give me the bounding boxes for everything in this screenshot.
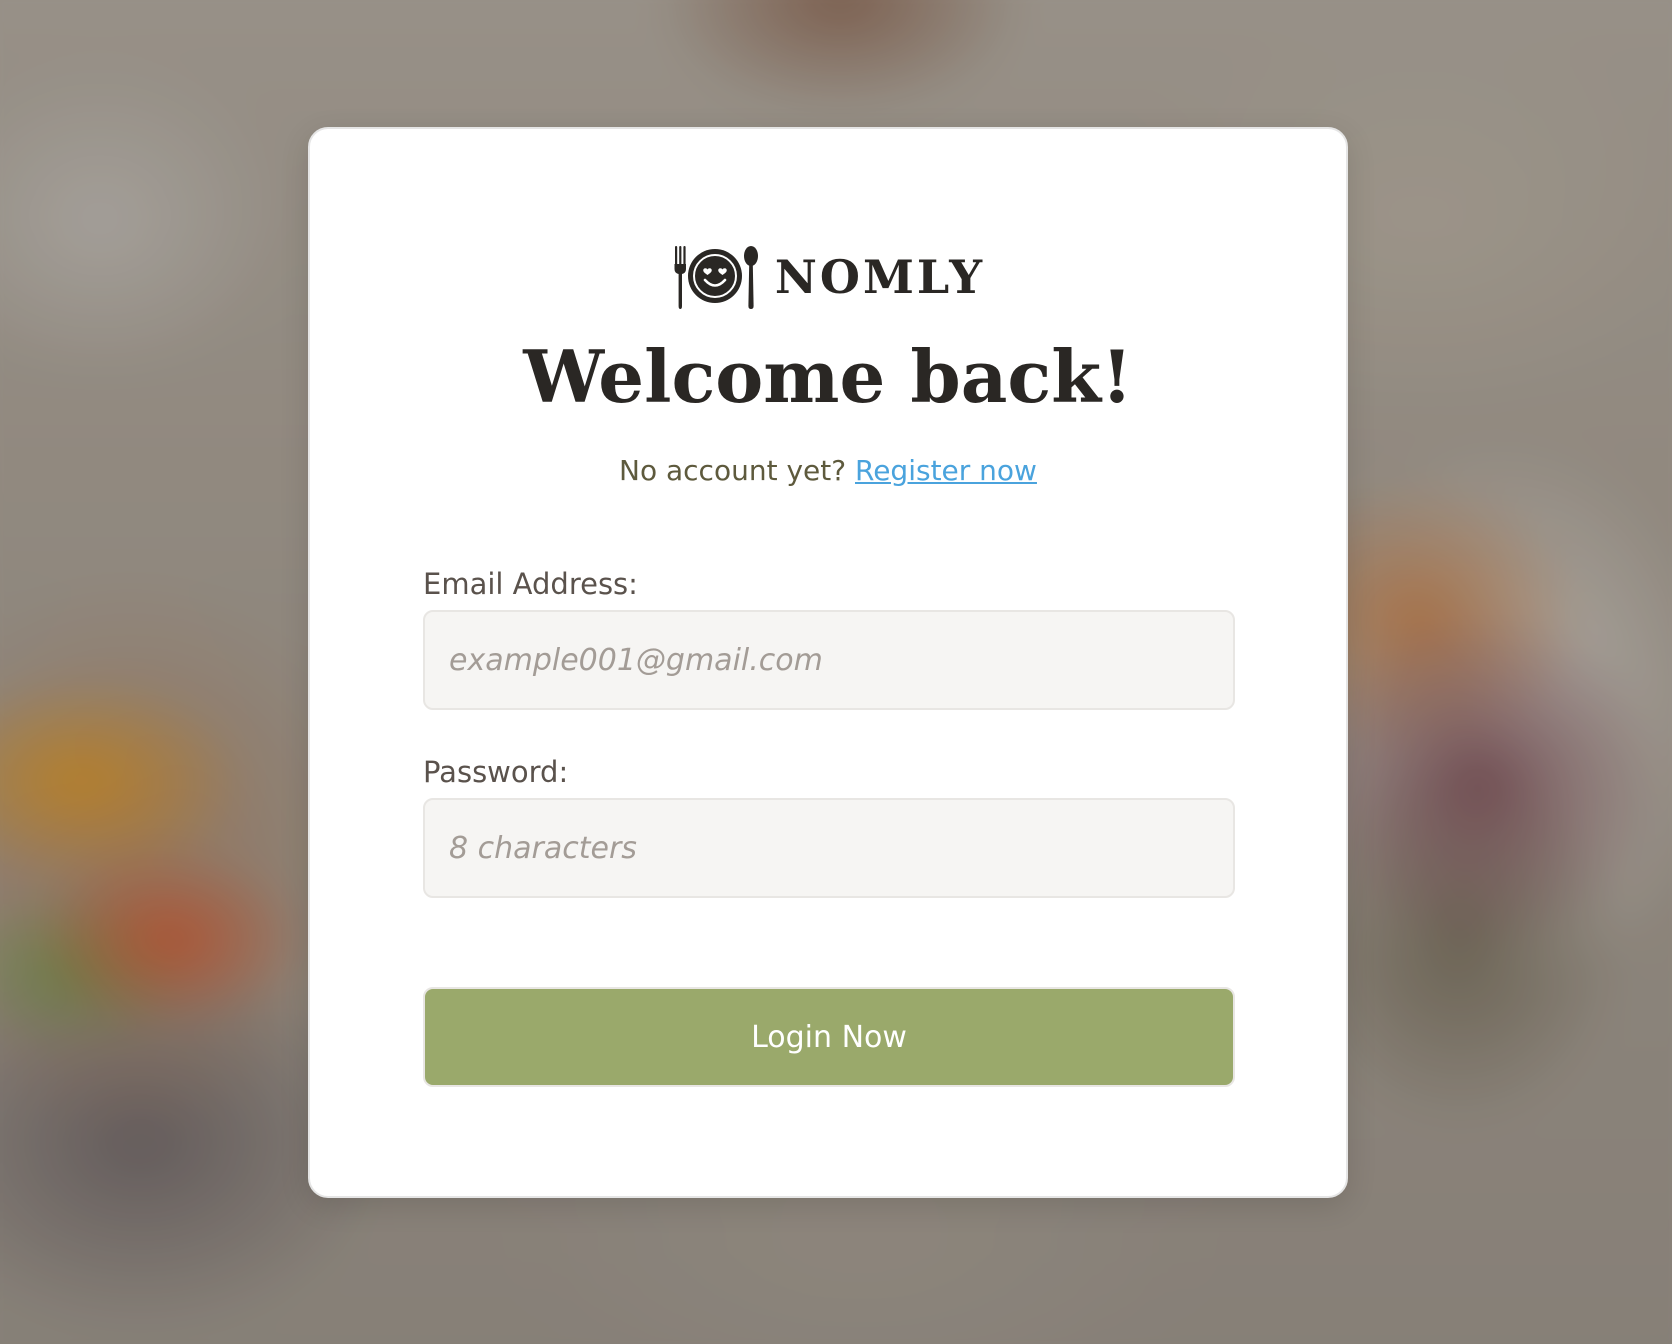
login-card: NOMLY Welcome back! No account yet? Regi… xyxy=(308,127,1348,1198)
register-link[interactable]: Register now xyxy=(855,454,1037,487)
login-button[interactable]: Login Now xyxy=(423,987,1235,1087)
email-field[interactable] xyxy=(423,610,1235,710)
register-prompt: No account yet? Register now xyxy=(310,454,1346,488)
password-label: Password: xyxy=(423,755,569,789)
plate-fork-spoon-smiley-icon xyxy=(674,246,758,309)
brand: NOMLY xyxy=(310,242,1346,312)
email-label: Email Address: xyxy=(423,567,638,601)
page-title: Welcome back! xyxy=(523,334,1133,419)
no-account-text: No account yet? xyxy=(619,454,847,487)
brand-name: NOMLY xyxy=(774,250,986,304)
password-field[interactable] xyxy=(423,798,1235,898)
